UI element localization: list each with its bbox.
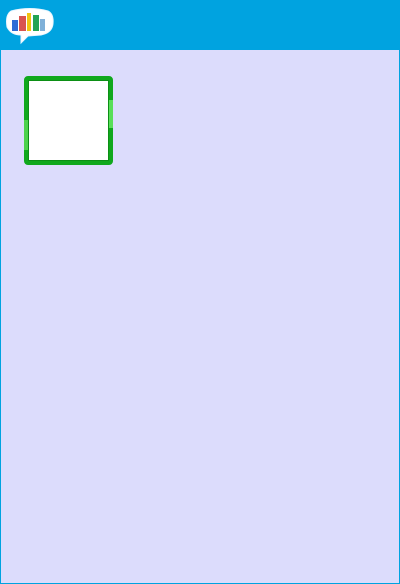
selected-tile[interactable] (24, 76, 113, 165)
app-window (0, 0, 400, 584)
header-bar (1, 0, 399, 50)
speech-bubble-logo-icon (6, 8, 54, 45)
talk-logo[interactable] (4, 5, 56, 47)
main-content (1, 50, 399, 583)
